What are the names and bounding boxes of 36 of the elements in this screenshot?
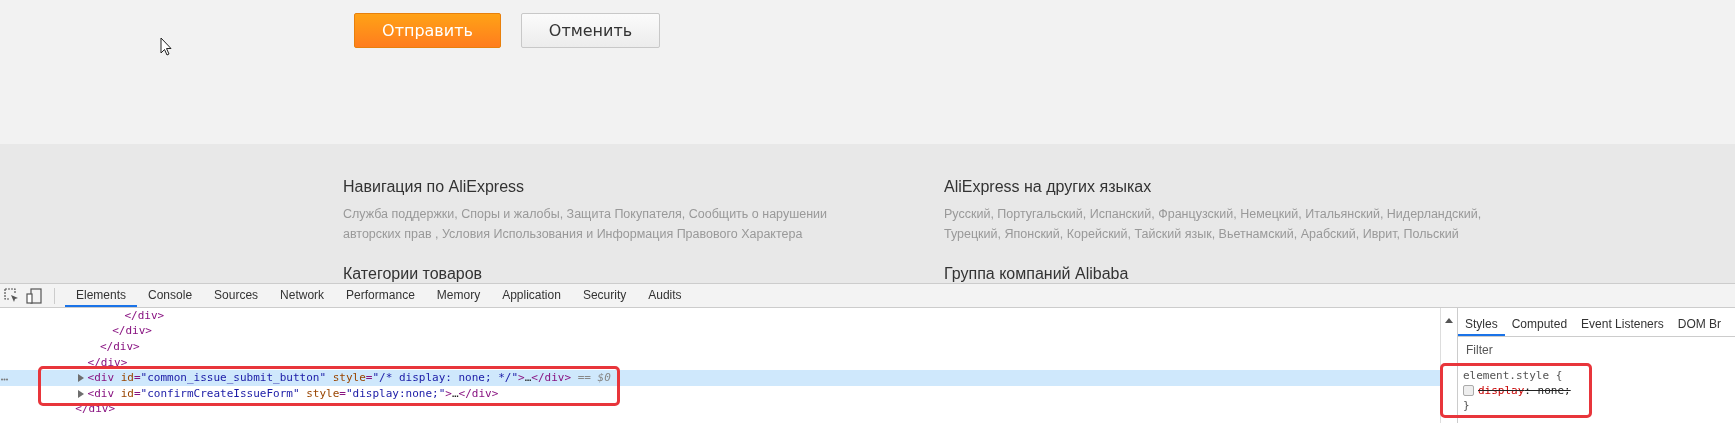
expand-arrow-icon[interactable] [76, 374, 85, 383]
styles-tab[interactable]: Event Listeners [1574, 314, 1671, 336]
footer-heading: AliExpress на других языках [944, 177, 1153, 197]
checkbox[interactable] [1463, 385, 1474, 396]
styles-tab[interactable]: Styles [1458, 314, 1505, 336]
dom-node-line[interactable]: <div id="confirmCreateIssueForm" style="display:none;">…</div> [87, 386, 499, 401]
scroll-up-icon[interactable] [1445, 318, 1453, 323]
footer-heading: Группа компаний Alibaba [944, 264, 1130, 283]
css-brace: } [1463, 398, 1471, 413]
styles-tab[interactable]: DOM Br [1670, 314, 1729, 336]
expand-arrow-icon[interactable] [76, 389, 85, 398]
footer-heading: Категории товаров [343, 264, 484, 283]
devtools-tab[interactable]: Elements [65, 284, 138, 307]
dom-node-line[interactable]: </div> [87, 355, 128, 370]
devtools-tab[interactable]: Application [491, 284, 572, 307]
devtools-tab[interactable]: Console [137, 284, 204, 307]
devtools-tab[interactable]: Memory [425, 284, 492, 307]
devtools-tab[interactable]: Network [269, 284, 336, 307]
device-icon[interactable] [26, 287, 42, 304]
ellipsis-icon [1, 378, 8, 382]
footer-heading: Навигация по AliExpress [343, 177, 526, 197]
inspect-icon[interactable] [4, 287, 20, 304]
cancel-button[interactable]: Отменить [521, 13, 660, 48]
footer-links: Служба поддержки, Споры и жалобы, Защита Покупателя, Сообщить о нарушении авторских прав , Условия Использования и Информация Правового Характера [343, 206, 828, 243]
dom-node-line[interactable]: </div> [124, 308, 165, 323]
css-selector: element.style { [1463, 368, 1564, 383]
styles-tab[interactable]: Computed [1504, 314, 1575, 336]
devtools-tab[interactable]: Security [571, 284, 638, 307]
dom-node-line[interactable]: </div> [99, 340, 140, 354]
footer-links: Русский, Португальский, Испанский, Французский, Немецкий, Итальянский, Нидерландский, Турецкий, Японский, Корейский, Тайский язык, Вьетнамский, Арабский, Иврит, Польский [944, 206, 1483, 243]
mouse-cursor-icon [160, 37, 172, 56]
devtools-tab[interactable]: Sources [203, 284, 270, 307]
dom-node-line[interactable]: </div> [112, 324, 152, 339]
devtools-tab[interactable]: Audits [637, 284, 693, 307]
css-property[interactable]: display: none; [1478, 383, 1571, 398]
devtools-tab[interactable]: Performance [335, 284, 426, 307]
